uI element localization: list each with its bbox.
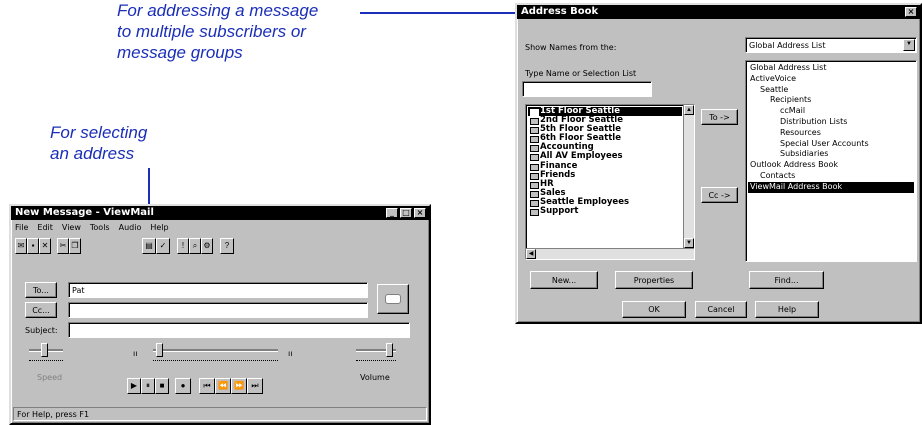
- volume-slider-thumb[interactable]: [386, 343, 393, 357]
- tree-item[interactable]: Special User Accounts: [748, 139, 914, 150]
- callout-line: to multiple subscribers or: [117, 22, 306, 41]
- ok-button[interactable]: OK: [622, 301, 686, 318]
- skip-start-icon[interactable]: ⏮: [199, 378, 215, 394]
- importance-icon[interactable]: !: [177, 238, 189, 254]
- menu-item-edit[interactable]: Edit: [37, 223, 53, 235]
- tree-item[interactable]: Subsidiaries: [748, 149, 914, 160]
- address-book-titlebar: Address Book ×: [517, 5, 920, 19]
- cc-button[interactable]: Cc ->: [701, 187, 738, 203]
- callout-selecting-address: For selecting an address: [50, 122, 210, 164]
- cc-button[interactable]: Cc...: [25, 302, 57, 318]
- speed-slider-thumb[interactable]: [41, 343, 48, 357]
- record-icon[interactable]: ●: [175, 378, 191, 394]
- status-text: For Help, press F1: [17, 410, 90, 419]
- tree-item[interactable]: Outlook Address Book: [748, 160, 914, 171]
- scroll-left-icon[interactable]: ◀: [526, 249, 536, 259]
- menu-item-file[interactable]: File: [15, 223, 28, 235]
- names-list[interactable]: 1st Floor Seattle 2nd Floor Seattle 5th Fl…: [525, 104, 695, 260]
- show-names-dropdown[interactable]: Global Address List ▼: [745, 37, 917, 53]
- skip-end-icon[interactable]: ⏭: [247, 378, 263, 394]
- delete-icon[interactable]: ✕: [39, 238, 51, 254]
- new-message-window: New Message - ViewMail _ □ × File Edit Vie…: [9, 204, 431, 425]
- type-name-label: Type Name or Selection List: [525, 69, 637, 78]
- check-names-icon[interactable]: ✓: [156, 238, 170, 254]
- tree-item[interactable]: Distribution Lists: [748, 117, 914, 128]
- stop-icon[interactable]: ■: [155, 378, 169, 394]
- fast-forward-icon[interactable]: ⏩: [231, 378, 247, 394]
- menu-item-view[interactable]: View: [62, 223, 81, 235]
- send-envelope-button[interactable]: [377, 284, 409, 314]
- tree-item[interactable]: ViewMail Address Book: [748, 181, 914, 193]
- tree-item[interactable]: ccMail: [748, 106, 914, 117]
- volume-slider[interactable]: [356, 342, 396, 372]
- cut-icon[interactable]: ✂: [57, 238, 69, 254]
- show-names-label: Show Names from the:: [525, 43, 617, 52]
- status-bar: For Help, press F1: [13, 407, 427, 421]
- position-slider-thumb[interactable]: [156, 343, 163, 357]
- close-icon[interactable]: ×: [905, 7, 917, 17]
- vertical-scrollbar[interactable]: ▲ ▼: [683, 105, 694, 248]
- position-end-marker: ıı: [288, 349, 293, 358]
- subject-label: Subject:: [25, 326, 58, 335]
- callout-line: message groups: [117, 43, 243, 62]
- address-book-icon[interactable]: ▤: [142, 238, 156, 254]
- rewind-icon[interactable]: ⏪: [215, 378, 231, 394]
- pause-icon[interactable]: ⏸: [141, 378, 155, 394]
- find-button[interactable]: Find...: [749, 271, 824, 289]
- options-icon[interactable]: ⚙: [201, 238, 213, 254]
- volume-label: Volume: [360, 373, 390, 382]
- list-item[interactable]: Support: [528, 206, 682, 217]
- find-icon[interactable]: ⌕: [189, 238, 201, 254]
- to-field[interactable]: Pat: [68, 282, 368, 298]
- send-icon[interactable]: ✉: [15, 238, 27, 254]
- tree-item[interactable]: Resources: [748, 128, 914, 139]
- tree-item[interactable]: Recipients: [748, 95, 914, 106]
- tree-item[interactable]: Contacts: [748, 171, 914, 182]
- speed-label: Speed: [37, 373, 63, 382]
- toolbar: ✉ ▪ ✕ ✂ ❐ ▤ ✓ ! ⌕ ⚙ ?: [15, 238, 315, 254]
- speed-slider[interactable]: [29, 342, 63, 372]
- playback-controls: ▶ ⏸ ■ ● ⏮ ⏪ ⏩ ⏭: [127, 378, 317, 394]
- callout-line: an address: [50, 144, 135, 163]
- window-title: Address Book: [521, 6, 599, 17]
- help-pointer-icon[interactable]: ?: [220, 238, 234, 254]
- properties-button[interactable]: Properties: [615, 271, 693, 289]
- callout-line: For selecting: [50, 123, 148, 142]
- new-button[interactable]: New...: [530, 271, 598, 289]
- position-start-marker: ıı: [133, 349, 138, 358]
- tree-item[interactable]: Global Address List: [748, 63, 914, 74]
- menu-bar: File Edit View Tools Audio Help: [15, 223, 169, 235]
- to-button[interactable]: To...: [25, 282, 57, 298]
- cancel-button[interactable]: Cancel: [695, 301, 747, 318]
- menu-item-tools[interactable]: Tools: [90, 223, 110, 235]
- tree-item[interactable]: Seattle: [748, 85, 914, 96]
- address-tree[interactable]: Global Address List ActiveVoice Seattle Rec…: [745, 60, 917, 262]
- close-icon[interactable]: ×: [414, 208, 426, 218]
- minimize-icon[interactable]: _: [386, 208, 398, 218]
- maximize-icon[interactable]: □: [400, 208, 412, 218]
- new-message-titlebar: New Message - ViewMail _ □ ×: [11, 206, 429, 220]
- position-slider[interactable]: [153, 342, 278, 372]
- copy-icon[interactable]: ❐: [69, 238, 81, 254]
- menu-item-audio[interactable]: Audio: [119, 223, 142, 235]
- menu-item-help[interactable]: Help: [150, 223, 168, 235]
- chevron-down-icon[interactable]: ▼: [903, 39, 915, 51]
- tree-item[interactable]: ActiveVoice: [748, 74, 914, 85]
- callout-leader-line: [360, 12, 515, 14]
- horizontal-scrollbar[interactable]: ◀: [526, 248, 694, 259]
- help-button[interactable]: Help: [755, 301, 819, 318]
- scroll-down-icon[interactable]: ▼: [684, 238, 694, 248]
- save-icon[interactable]: ▪: [27, 238, 39, 254]
- scroll-up-icon[interactable]: ▲: [684, 105, 694, 115]
- play-icon[interactable]: ▶: [127, 378, 141, 394]
- subject-field[interactable]: [68, 322, 410, 338]
- cc-field[interactable]: [68, 302, 368, 318]
- type-name-input[interactable]: [522, 81, 652, 97]
- callout-line: For addressing a message: [117, 1, 319, 20]
- envelope-icon: [385, 294, 401, 304]
- window-title: New Message - ViewMail: [15, 207, 154, 218]
- address-book-window: Address Book × Show Names from the: Glob…: [515, 3, 922, 324]
- to-button[interactable]: To ->: [701, 109, 738, 125]
- callout-address-book: For addressing a message to multiple sub…: [117, 0, 377, 63]
